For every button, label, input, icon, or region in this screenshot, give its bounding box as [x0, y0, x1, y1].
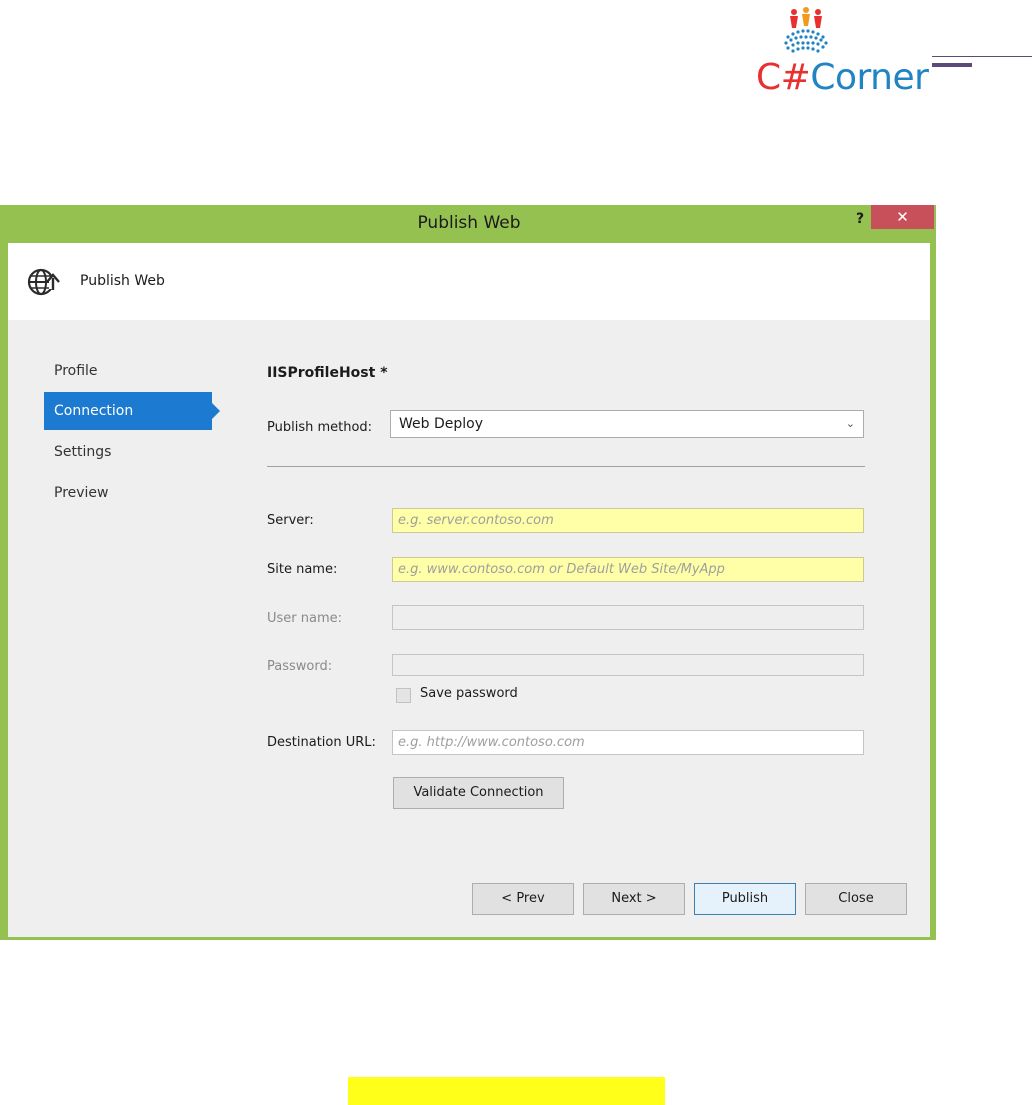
save-password-label: Save password [420, 686, 518, 701]
close-button[interactable]: Close [805, 883, 907, 915]
highlight-bar [348, 1077, 665, 1105]
nav-item-preview[interactable]: Preview [44, 474, 212, 512]
dialog-client: Publish Web Profile Connection Settings … [8, 243, 930, 937]
save-password-checkbox[interactable] [396, 688, 411, 703]
page: C#Corner Publish Web ? ✕ Publish Web Pro… [0, 0, 1032, 1105]
password-input[interactable] [392, 654, 864, 676]
publish-web-dialog: Publish Web ? ✕ Publish Web Profile Conn… [0, 205, 936, 940]
user-name-label: User name: [267, 611, 343, 626]
logo-rule-accent [932, 63, 972, 67]
user-name-input[interactable] [392, 605, 864, 630]
site-name-label: Site name: [267, 562, 338, 577]
publish-method-select[interactable]: Web Deploy ⌄ [390, 410, 864, 438]
logo-globe-icon [784, 7, 828, 53]
help-button[interactable]: ? [846, 207, 874, 231]
close-window-button[interactable]: ✕ [871, 205, 934, 229]
server-label: Server: [267, 513, 314, 528]
publish-globe-icon [27, 268, 60, 296]
prev-button[interactable]: < Prev [472, 883, 574, 915]
nav-item-settings[interactable]: Settings [44, 433, 212, 471]
nav-item-connection[interactable]: Connection [44, 392, 220, 430]
publish-button[interactable]: Publish [694, 883, 796, 915]
destination-url-label: Destination URL: [267, 735, 376, 750]
validate-connection-button[interactable]: Validate Connection [393, 777, 564, 809]
window-title: Publish Web [417, 213, 521, 233]
nav-item-profile[interactable]: Profile [44, 352, 212, 390]
site-name-input[interactable]: e.g. www.contoso.com or Default Web Site… [392, 557, 864, 582]
logo-rule [932, 56, 1032, 57]
password-label: Password: [267, 659, 333, 674]
section-divider [267, 466, 865, 467]
destination-url-input[interactable]: e.g. http://www.contoso.com [392, 730, 864, 755]
dialog-header: Publish Web [8, 243, 930, 320]
server-input[interactable]: e.g. server.contoso.com [392, 508, 864, 533]
publish-method-label: Publish method: [267, 420, 373, 435]
header-title: Publish Web [80, 273, 165, 289]
publish-method-value: Web Deploy [399, 416, 483, 432]
logo-wordmark: C#Corner [756, 57, 929, 98]
next-button[interactable]: Next > [583, 883, 685, 915]
chevron-down-icon: ⌄ [845, 417, 855, 430]
profile-name: IISProfileHost * [267, 365, 388, 381]
title-bar[interactable]: Publish Web ? ✕ [8, 205, 934, 243]
